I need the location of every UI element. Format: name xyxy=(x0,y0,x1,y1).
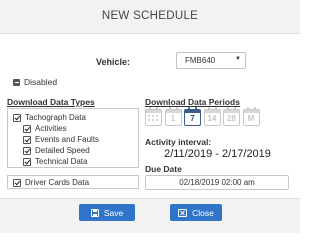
calendar-icon[interactable] xyxy=(145,107,162,126)
save-button-label: Save xyxy=(103,207,124,218)
status-label: Disabled xyxy=(24,77,58,87)
period-option-month[interactable]: M xyxy=(242,107,260,126)
chevron-down-icon: ▼ xyxy=(235,56,241,62)
period-option-7[interactable]: 7 xyxy=(184,107,201,126)
vehicle-label: Vehicle: xyxy=(96,57,131,67)
period-option-28[interactable]: 28 xyxy=(223,107,240,126)
period-option-label: 7 xyxy=(190,114,195,123)
period-option-label: 14 xyxy=(207,114,217,123)
status-toggle[interactable]: Disabled xyxy=(13,77,57,87)
checkbox-checked-icon xyxy=(13,113,21,122)
checkbox-label: Activities xyxy=(35,124,67,133)
period-option-14[interactable]: 14 xyxy=(203,107,221,126)
checkbox-events-and-faults[interactable]: Events and Faults xyxy=(23,135,99,144)
close-icon xyxy=(178,208,188,217)
close-button-label: Close xyxy=(192,207,214,218)
minus-icon xyxy=(13,78,20,86)
checkbox-label: Tachograph Data xyxy=(25,113,86,122)
due-date-label: Due Date xyxy=(145,164,182,174)
checkbox-label: Events and Faults xyxy=(35,135,100,144)
activity-interval-value: 2/11/2019 - 2/17/2019 xyxy=(164,148,271,160)
period-option-label: 1 xyxy=(170,114,176,123)
period-picker: 1 7 14 28 M xyxy=(145,107,262,126)
download-types-title: Download Data Types xyxy=(7,97,95,107)
checkbox-label: Detailed Speed xyxy=(35,146,90,155)
checkbox-checked-icon xyxy=(23,124,31,133)
checkbox-checked-icon xyxy=(13,178,21,187)
checkbox-checked-icon xyxy=(23,146,31,155)
vehicle-select-value: FMB640 xyxy=(185,56,216,65)
dialog-footer xyxy=(0,198,300,233)
checkbox-technical-data[interactable]: Technical Data xyxy=(23,157,87,166)
activity-interval-label: Activity interval: xyxy=(145,137,212,147)
checkbox-label: Driver Cards Data xyxy=(25,178,90,187)
save-button[interactable]: Save xyxy=(79,204,135,221)
checkbox-checked-icon xyxy=(23,135,31,144)
period-option-1[interactable]: 1 xyxy=(164,107,182,126)
close-button[interactable]: Close xyxy=(170,204,222,221)
dialog-title: NEW SCHEDULE xyxy=(101,10,199,22)
period-option-label: M xyxy=(247,114,255,123)
checkbox-checked-icon xyxy=(23,157,31,166)
floppy-disk-icon xyxy=(90,208,99,217)
period-option-label: 28 xyxy=(227,114,236,123)
checkbox-label: Technical Data xyxy=(35,157,88,166)
vehicle-select[interactable]: FMB640 ▼ xyxy=(176,52,246,69)
checkbox-detailed-speed[interactable]: Detailed Speed xyxy=(23,146,90,155)
checkbox-driver-cards-data[interactable]: Driver Cards Data xyxy=(13,178,89,187)
checkbox-activities[interactable]: Activities xyxy=(23,124,67,133)
checkbox-tachograph-data[interactable]: Tachograph Data xyxy=(13,113,86,122)
download-periods-title: Download Data Periods xyxy=(145,97,240,107)
due-date-input[interactable]: 02/18/2019 02:00 am xyxy=(145,175,289,190)
